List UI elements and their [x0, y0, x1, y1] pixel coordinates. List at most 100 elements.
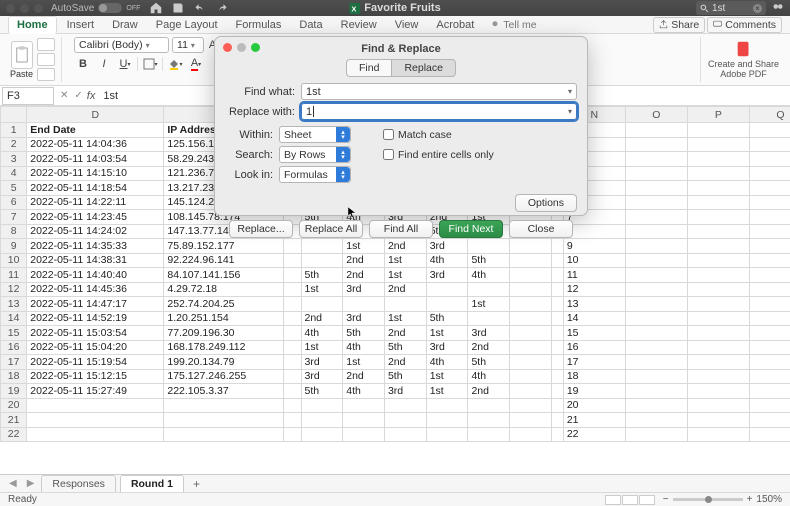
cell[interactable]: 1st [426, 369, 468, 384]
close-icon[interactable] [6, 4, 15, 13]
font-color-button[interactable]: A▾ [187, 56, 205, 72]
cell[interactable]: 9 [563, 239, 625, 254]
row-header[interactable]: 21 [1, 413, 27, 428]
cell[interactable]: 2022-05-11 15:27:49 [27, 384, 164, 399]
row-header[interactable]: 15 [1, 326, 27, 341]
cell[interactable]: 2022-05-11 14:15:10 [27, 166, 164, 181]
row-header[interactable]: 20 [1, 398, 27, 413]
cell[interactable]: 2nd [468, 340, 510, 355]
italic-button[interactable]: I [95, 56, 113, 72]
undo-icon[interactable] [194, 2, 206, 14]
find-all-button[interactable]: Find All [369, 220, 433, 238]
cell[interactable] [687, 398, 749, 413]
name-box[interactable]: F3 [2, 87, 54, 105]
cell[interactable] [283, 311, 301, 326]
cell[interactable] [687, 427, 749, 442]
cell[interactable]: 3rd [343, 311, 385, 326]
replace-with-input[interactable]: 1▾ [301, 103, 577, 120]
cell[interactable]: 2022-05-11 14:23:45 [27, 210, 164, 225]
cut-button[interactable] [37, 38, 55, 51]
cell[interactable] [749, 311, 790, 326]
select-all-corner[interactable] [1, 107, 27, 123]
row-header[interactable]: 1 [1, 123, 27, 138]
cell[interactable] [343, 297, 385, 312]
cell[interactable] [749, 340, 790, 355]
zoom-control[interactable]: − + 150% [663, 494, 782, 505]
cell[interactable]: 3rd [426, 268, 468, 283]
cell[interactable]: 5th [384, 369, 426, 384]
normal-view-icon[interactable] [605, 495, 621, 505]
cell[interactable] [625, 123, 687, 138]
zoom-slider[interactable] [673, 498, 743, 501]
cell[interactable] [384, 427, 426, 442]
cell[interactable] [749, 384, 790, 399]
maximize-icon[interactable] [34, 4, 43, 13]
tab-review[interactable]: Review [333, 17, 385, 33]
page-break-view-icon[interactable] [639, 495, 655, 505]
cell[interactable]: 199.20.134.79 [164, 355, 283, 370]
format-painter-button[interactable] [37, 68, 55, 81]
row-header[interactable]: 22 [1, 427, 27, 442]
cell[interactable]: 10 [563, 253, 625, 268]
tab-acrobat[interactable]: Acrobat [428, 17, 482, 33]
cell[interactable] [301, 239, 343, 254]
cell[interactable] [27, 427, 164, 442]
cell[interactable] [749, 268, 790, 283]
cell[interactable] [283, 427, 301, 442]
bold-button[interactable]: B [74, 56, 92, 72]
cell[interactable] [343, 427, 385, 442]
cell[interactable]: 1st [301, 340, 343, 355]
zoom-in-button[interactable]: + [747, 494, 753, 505]
row-header[interactable]: 12 [1, 282, 27, 297]
cell[interactable] [625, 137, 687, 152]
cell[interactable] [27, 413, 164, 428]
clear-search-icon[interactable]: × [753, 4, 762, 13]
cell[interactable] [551, 355, 563, 370]
cell[interactable] [625, 369, 687, 384]
cell[interactable] [426, 427, 468, 442]
cell[interactable] [283, 253, 301, 268]
cell[interactable] [749, 210, 790, 225]
cell[interactable] [510, 282, 552, 297]
cell[interactable]: 2022-05-11 14:35:33 [27, 239, 164, 254]
cell[interactable] [687, 195, 749, 210]
cell[interactable]: 3rd [343, 282, 385, 297]
cell[interactable]: 3rd [384, 384, 426, 399]
cell[interactable]: 2022-05-11 14:03:54 [27, 152, 164, 167]
cell[interactable] [625, 311, 687, 326]
cell[interactable] [625, 282, 687, 297]
cell[interactable] [625, 398, 687, 413]
row-header[interactable]: 7 [1, 210, 27, 225]
cell[interactable] [749, 166, 790, 181]
cell[interactable]: 1st [384, 268, 426, 283]
cell[interactable] [384, 413, 426, 428]
options-button[interactable]: Options [515, 194, 577, 212]
cell[interactable]: 4th [343, 384, 385, 399]
cell[interactable] [551, 311, 563, 326]
cell[interactable]: 3rd [426, 239, 468, 254]
cell[interactable]: 5th [301, 384, 343, 399]
cell[interactable]: 5th [426, 311, 468, 326]
cell[interactable] [749, 297, 790, 312]
font-size-select[interactable]: 11▾ [172, 37, 204, 53]
dialog-zoom-icon[interactable] [251, 43, 260, 52]
page-layout-view-icon[interactable] [622, 495, 638, 505]
cell[interactable] [625, 413, 687, 428]
cell[interactable] [164, 427, 283, 442]
cell[interactable]: 4th [426, 355, 468, 370]
cell[interactable] [687, 210, 749, 225]
search-dir-select[interactable]: By Rows▴▾ [279, 146, 351, 163]
cell[interactable] [343, 413, 385, 428]
find-next-button[interactable]: Find Next [439, 220, 503, 238]
cell[interactable] [510, 427, 552, 442]
cell[interactable] [749, 152, 790, 167]
cell[interactable]: 2nd [384, 282, 426, 297]
cell[interactable] [749, 282, 790, 297]
cell[interactable] [551, 384, 563, 399]
cell[interactable] [749, 326, 790, 341]
cell[interactable]: 22 [563, 427, 625, 442]
cell[interactable] [283, 398, 301, 413]
row-header[interactable]: 9 [1, 239, 27, 254]
cell[interactable]: 2nd [343, 268, 385, 283]
cell[interactable] [468, 413, 510, 428]
